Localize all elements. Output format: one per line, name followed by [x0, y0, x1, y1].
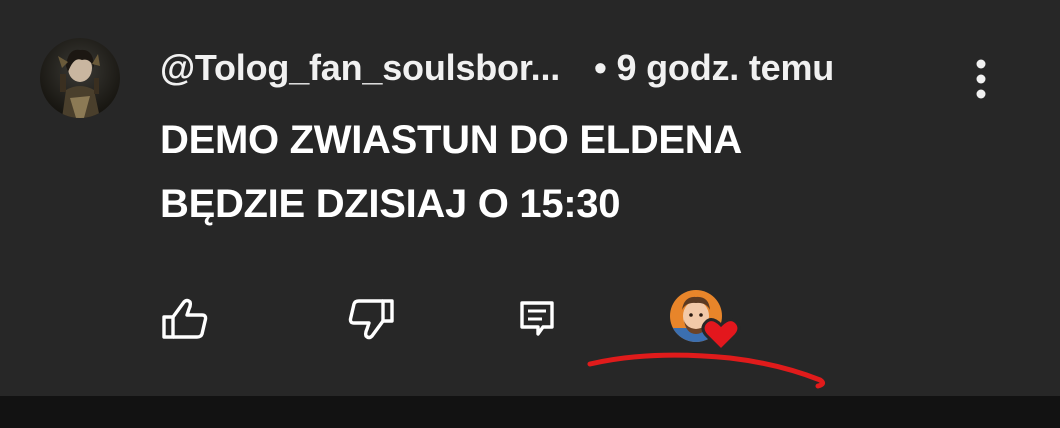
bottom-strip: [0, 396, 1060, 428]
avatar-image: [40, 38, 120, 118]
reply-button[interactable]: [510, 292, 564, 346]
red-annotation-stroke: [587, 352, 826, 389]
comment-card: @Tolog_fan_soulsbor... • 9 godz. temu DE…: [0, 0, 1060, 396]
separator-dot: •: [594, 47, 607, 88]
comment-timestamp: 9 godz. temu: [616, 47, 835, 88]
dislike-button[interactable]: [344, 292, 398, 346]
comment-text-line-1: DEMO ZWIASTUN DO ELDENA: [160, 118, 742, 162]
comment-header: @Tolog_fan_soulsbor... • 9 godz. temu: [160, 44, 834, 92]
author-avatar[interactable]: [40, 38, 120, 118]
comment-menu-button[interactable]: [962, 56, 1000, 102]
comment-icon: [520, 301, 554, 336]
comment-text: DEMO ZWIASTUN DO ELDENA BĘDZIE DZISIAJ O…: [160, 108, 920, 236]
thumbs-up-icon: [162, 298, 208, 339]
author-name[interactable]: @Tolog_fan_soulsbor...: [160, 47, 560, 89]
thumbs-down-icon: [348, 299, 394, 340]
comment-text-line-2: BĘDZIE DZISIAJ O 15:30: [160, 182, 621, 226]
vertical-dots-icon: [976, 59, 986, 99]
like-button[interactable]: [158, 292, 212, 346]
